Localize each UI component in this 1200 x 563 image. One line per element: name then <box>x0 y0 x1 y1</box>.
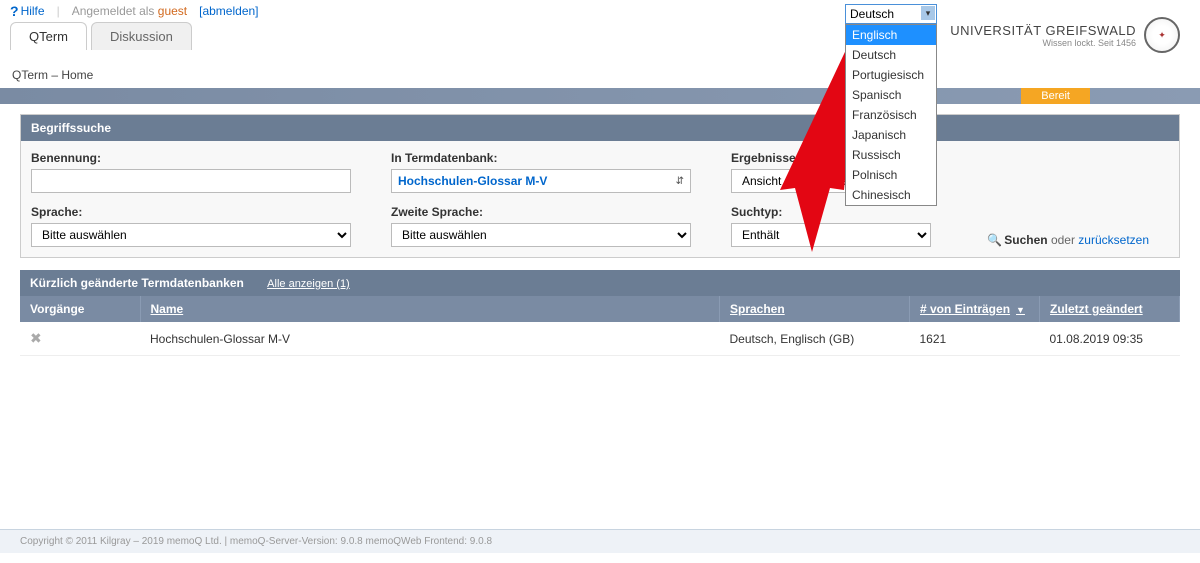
type-select[interactable]: Enthält <box>731 223 931 247</box>
show-all-link[interactable]: Alle anzeigen (1) <box>267 278 350 290</box>
brand-name: UNIVERSITÄT GREIFSWALD <box>950 23 1136 38</box>
name-label: Benennung: <box>31 151 351 165</box>
db-select[interactable]: Hochschulen-Glossar M-V ⇵ <box>391 169 691 193</box>
lang-select[interactable]: Bitte auswählen <box>31 223 351 247</box>
footer: Copyright © 2011 Kilgray – 2019 memoQ Lt… <box>0 529 1200 553</box>
row-count: 1621 <box>910 322 1040 356</box>
tab-discussion[interactable]: Diskussion <box>91 22 192 50</box>
username: guest <box>158 4 187 18</box>
breadcrumb: QTerm – Home <box>0 62 1200 88</box>
brand-logo: ✦ <box>1144 17 1180 53</box>
language-dropdown: Englisch Deutsch Portugiesisch Spanisch … <box>845 24 937 206</box>
lang-option-polnisch[interactable]: Polnisch <box>846 165 936 185</box>
name-input[interactable] <box>31 169 351 193</box>
tab-qterm[interactable]: QTerm <box>10 22 87 50</box>
row-langs: Deutsch, Englisch (GB) <box>720 322 910 356</box>
lang-option-russisch[interactable]: Russisch <box>846 145 936 165</box>
wrench-icon[interactable]: ✖ <box>30 330 42 346</box>
lang-option-franzoesisch[interactable]: Französisch <box>846 105 936 125</box>
sort-desc-icon: ▼ <box>1016 305 1025 315</box>
recent-table: Vorgänge Name Sprachen # von Einträgen▼ … <box>20 296 1180 356</box>
help-icon: ? <box>10 3 19 19</box>
status-bar: Bereit <box>0 88 1200 104</box>
status-ready-badge: Bereit <box>1021 88 1090 104</box>
db-label: In Termdatenbank: <box>391 151 691 165</box>
col-ops: Vorgänge <box>20 296 140 322</box>
row-name[interactable]: Hochschulen-Glossar M-V <box>140 322 720 356</box>
help-link[interactable]: ? Hilfe <box>10 3 45 19</box>
or-text: oder <box>1051 233 1078 247</box>
col-name[interactable]: Name <box>140 296 720 322</box>
col-modified[interactable]: Zuletzt geändert <box>1040 296 1180 322</box>
brand: UNIVERSITÄT GREIFSWALD Wissen lockt. Sei… <box>950 17 1180 53</box>
recent-panel: Kürzlich geänderte Termdatenbanken Alle … <box>20 270 1180 356</box>
table-row: ✖ Hochschulen-Glossar M-V Deutsch, Engli… <box>20 322 1180 356</box>
recent-panel-header: Kürzlich geänderte Termdatenbanken Alle … <box>20 270 1180 296</box>
updown-icon: ⇵ <box>676 176 684 187</box>
lang2-select[interactable]: Bitte auswählen <box>391 223 691 247</box>
db-value: Hochschulen-Glossar M-V <box>398 174 547 188</box>
reset-link[interactable]: zurücksetzen <box>1078 233 1149 247</box>
lang-option-deutsch[interactable]: Deutsch <box>846 45 936 65</box>
search-button[interactable]: Suchen <box>987 233 1047 247</box>
recent-panel-title: Kürzlich geänderte Termdatenbanken <box>30 276 244 290</box>
col-langs[interactable]: Sprachen <box>720 296 910 322</box>
lang-label: Sprache: <box>31 205 351 219</box>
search-panel-title: Begriffssuche <box>21 115 1179 141</box>
lang-option-spanisch[interactable]: Spanisch <box>846 85 936 105</box>
lang2-label: Zweite Sprache: <box>391 205 691 219</box>
type-label: Suchtyp: <box>731 205 931 219</box>
brand-tagline: Wissen lockt. Seit 1456 <box>950 38 1136 48</box>
row-modified: 01.08.2019 09:35 <box>1040 322 1180 356</box>
language-select[interactable] <box>845 4 937 24</box>
separator: | <box>57 4 60 18</box>
lang-option-englisch[interactable]: Englisch <box>846 25 936 45</box>
search-panel: Begriffssuche Benennung: In Termdatenban… <box>20 114 1180 258</box>
logout-link[interactable]: [abmelden] <box>199 4 258 18</box>
help-label: Hilfe <box>21 4 45 18</box>
lang-option-chinesisch[interactable]: Chinesisch <box>846 185 936 205</box>
login-status: Angemeldet als guest <box>72 4 187 18</box>
lang-option-portugiesisch[interactable]: Portugiesisch <box>846 65 936 85</box>
lang-option-japanisch[interactable]: Japanisch <box>846 125 936 145</box>
col-count[interactable]: # von Einträgen▼ <box>910 296 1040 322</box>
